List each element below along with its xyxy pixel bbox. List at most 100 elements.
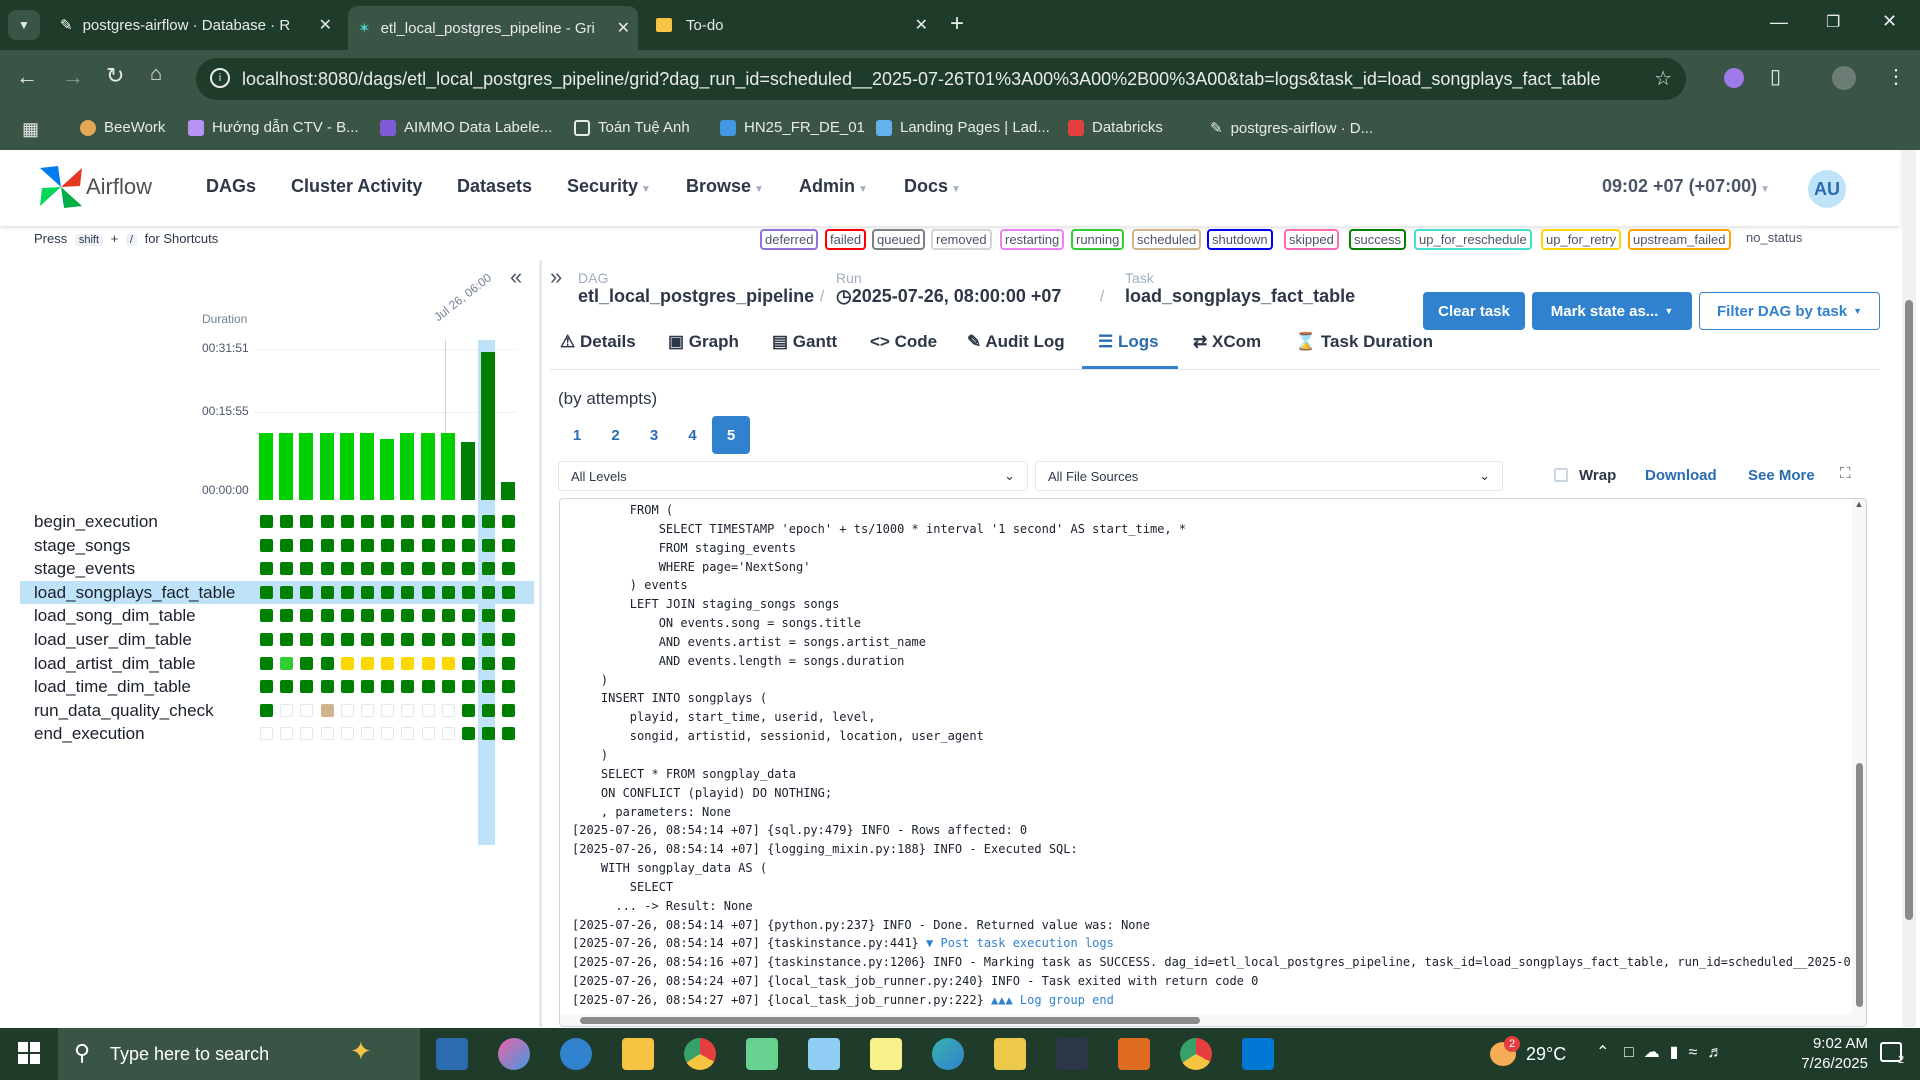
taskbar-search[interactable]: ⚲ Type here to search ✦ [58, 1028, 420, 1080]
expand-panel-icon[interactable]: » [550, 264, 562, 290]
state-badge-no-status[interactable]: no_status [1743, 229, 1806, 250]
duration-bar[interactable] [440, 433, 455, 500]
bookmark-postgres-airflow[interactable]: ✎ postgres-airflow · D... [1210, 119, 1373, 138]
task-instance-square[interactable] [361, 562, 374, 576]
home-icon[interactable]: ⌂ [150, 63, 162, 86]
task-instance-square[interactable] [300, 538, 314, 552]
taskbar-terminal[interactable] [1056, 1038, 1088, 1070]
log-scrollbar-horizontal[interactable] [560, 1014, 1854, 1026]
task-instance-square[interactable] [361, 515, 374, 528]
task-instance-square[interactable] [300, 515, 314, 528]
task-instance-square[interactable] [300, 633, 314, 646]
bookmark-huong-dan[interactable]: Hướng dẫn CTV - B... [188, 119, 359, 136]
close-icon[interactable]: ✕ [617, 18, 630, 38]
task-row-run-data-quality-check[interactable]: run_data_quality_check [20, 699, 534, 722]
close-icon[interactable]: ✕ [319, 15, 332, 35]
windows-start-icon[interactable] [18, 1042, 40, 1064]
attempt-button-2[interactable]: 2 [597, 416, 635, 454]
task-instance-square[interactable] [320, 656, 334, 670]
bookmark-hn25[interactable]: HN25_FR_DE_01 [720, 119, 865, 136]
task-instance-square[interactable] [280, 585, 294, 599]
task-instance-square[interactable] [401, 680, 415, 694]
browser-tab-airflow[interactable]: ✶ etl_local_postgres_pipeline - Gri ✕ [348, 6, 638, 50]
minimize-button[interactable]: — [1770, 12, 1788, 33]
task-instance-square[interactable] [280, 656, 294, 670]
task-instance-square[interactable] [320, 609, 334, 623]
task-instance-square[interactable] [381, 609, 395, 623]
task-instance-square[interactable] [502, 515, 516, 528]
scroll-up-icon[interactable]: ▲ [1852, 499, 1866, 509]
restore-button[interactable]: ❐ [1826, 12, 1840, 32]
task-instance-square[interactable] [260, 703, 273, 717]
new-tab-button[interactable]: + [950, 10, 964, 38]
log-scrollbar-vertical[interactable]: ▲ [1852, 499, 1866, 1026]
page-scrollbar[interactable] [1902, 150, 1916, 1027]
duration-bar[interactable] [481, 352, 496, 500]
task-instance-square[interactable] [421, 680, 435, 694]
attempt-button-5[interactable]: 5 [712, 416, 750, 454]
tab-search-button[interactable]: ▼ [8, 10, 40, 40]
nav-docs[interactable]: Docs ▼ [904, 176, 961, 197]
nav-cluster-activity[interactable]: Cluster Activity [291, 176, 422, 197]
task-instance-square[interactable] [401, 656, 415, 670]
task-row-load-user-dim-table[interactable]: load_user_dim_table [20, 628, 534, 651]
task-instance-square[interactable] [482, 609, 496, 623]
task-instance-square[interactable] [502, 538, 516, 552]
tab-details[interactable]: ⚠ Details [560, 332, 636, 352]
task-instance-square[interactable] [502, 680, 516, 694]
bookmark-databricks[interactable]: Databricks [1068, 119, 1163, 136]
browser-tab-database[interactable]: ✎ postgres-airflow · Database · R ✕ [50, 8, 340, 42]
task-instance-square[interactable] [340, 727, 354, 741]
task-instance-square[interactable] [260, 680, 273, 694]
task-instance-square[interactable] [260, 656, 273, 670]
task-instance-square[interactable] [441, 727, 455, 741]
taskbar-edge-app[interactable] [560, 1038, 592, 1070]
task-instance-square[interactable] [361, 680, 374, 694]
task-instance-square[interactable] [441, 585, 455, 599]
task-instance-square[interactable] [340, 656, 354, 670]
task-row-load-time-dim-table[interactable]: load_time_dim_table [20, 675, 534, 698]
task-instance-square[interactable] [502, 633, 516, 646]
taskbar-chrome[interactable] [684, 1038, 716, 1070]
tray-icons[interactable]: □☁▮≈♬ [1624, 1042, 1733, 1062]
task-instance-square[interactable] [441, 633, 455, 646]
task-instance-square[interactable] [381, 703, 395, 717]
task-instance-square[interactable] [320, 515, 334, 528]
duration-bar[interactable] [400, 433, 415, 500]
task-instance-square[interactable] [441, 562, 455, 576]
task-instance-square[interactable] [401, 515, 415, 528]
task-instance-square[interactable] [280, 562, 294, 576]
bookmark-star-icon[interactable]: ☆ [1654, 66, 1672, 91]
weather-temp[interactable]: 29°C [1526, 1044, 1566, 1065]
wrap-checkbox[interactable] [1554, 468, 1568, 482]
task-instance-square[interactable] [462, 656, 475, 670]
task-instance-square[interactable] [381, 656, 395, 670]
task-instance-square[interactable] [381, 515, 395, 528]
timezone-clock[interactable]: 09:02 +07 (+07:00) ▼ [1602, 176, 1770, 197]
tab-graph[interactable]: ▣ Graph [668, 332, 739, 352]
task-instance-square[interactable] [502, 727, 516, 741]
tab-task-duration[interactable]: ⌛ Task Duration [1295, 332, 1433, 352]
task-instance-square[interactable] [401, 562, 415, 576]
task-instance-square[interactable] [300, 585, 314, 599]
task-instance-square[interactable] [340, 538, 354, 552]
task-instance-square[interactable] [502, 703, 516, 717]
taskbar-sticky-notes[interactable] [870, 1038, 902, 1070]
duration-bar[interactable] [259, 433, 273, 500]
log-level-select[interactable]: All Levels ⌄ [558, 461, 1028, 491]
task-instance-square[interactable] [260, 585, 273, 599]
task-instance-square[interactable] [320, 585, 334, 599]
state-badge-restarting[interactable]: restarting [1000, 229, 1065, 250]
apps-icon[interactable]: ▦ [22, 119, 39, 140]
task-instance-square[interactable] [401, 727, 415, 741]
task-instance-square[interactable] [482, 633, 496, 646]
menu-icon[interactable]: ⋮ [1886, 64, 1906, 89]
task-instance-square[interactable] [361, 538, 374, 552]
tab-xcom[interactable]: ⇄ XCom [1193, 332, 1261, 352]
task-instance-square[interactable] [401, 633, 415, 646]
nav-datasets[interactable]: Datasets [457, 176, 532, 197]
state-badge-running[interactable]: running [1071, 229, 1125, 250]
task-instance-square[interactable] [300, 703, 314, 717]
taskbar-app-store[interactable] [436, 1038, 468, 1070]
task-instance-square[interactable] [401, 585, 415, 599]
